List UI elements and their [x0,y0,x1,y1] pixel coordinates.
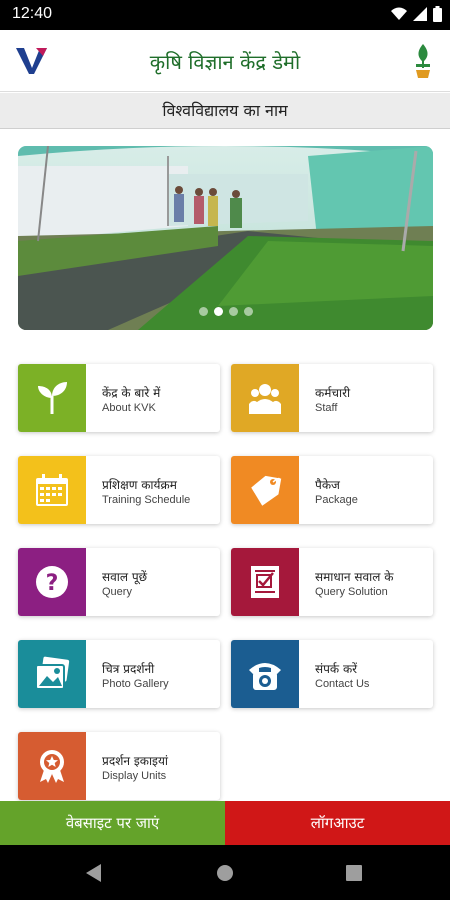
document-icon [231,548,299,616]
menu-card-query-solution[interactable]: समाधान सवाल के Query Solution [231,548,433,616]
university-name: विश्वविद्यालय का नाम [162,101,288,120]
app-bar: कृषि विज्ञान केंद्र डेमो [0,30,450,92]
menu-card-label-english: Training Schedule [102,494,191,506]
menu-card-label-hindi: केंद्र के बारे में [102,386,161,400]
menu-card-label-hindi: प्रदर्शन इकाइयां [102,754,169,768]
emblem-logo-icon [410,40,436,80]
menu-card-label-english: Photo Gallery [102,678,169,690]
people-icon [231,364,299,432]
signal-icon [413,7,427,21]
menu-card-label-english: Display Units [102,770,167,782]
status-bar: 12:40 [0,0,450,30]
status-icons [391,6,442,22]
carousel-dot[interactable] [213,307,223,316]
carousel-indicators[interactable] [18,307,433,316]
visit-website-button[interactable]: वेबसाइट पर जाएं [0,801,225,845]
wifi-icon [391,7,407,20]
subtitle-bar: विश्वविद्यालय का नाम [0,93,450,129]
menu-card-label-english: Contact Us [315,678,370,690]
menu-card-label-english: Query Solution [315,586,388,598]
menu-card-label-english: Staff [315,402,338,414]
page-title: कृषि विज्ञान केंद्र डेमो [149,50,301,74]
back-icon[interactable] [86,864,102,882]
image-carousel[interactable] [18,146,433,330]
sprout-icon [18,364,86,432]
carousel-dot[interactable] [198,307,208,316]
menu-card-query[interactable]: ? सवाल पूछें Query [18,548,220,616]
menu-card-label-hindi: प्रशिक्षण कार्यक्रम [102,478,177,492]
menu-card-staff[interactable]: कर्मचारी Staff [231,364,433,432]
menu-card-about-kvk[interactable]: केंद्र के बारे में About KVK [18,364,220,432]
menu-card-label-hindi: पैकेज [315,478,340,492]
carousel-dot[interactable] [228,307,238,316]
tag-icon [231,456,299,524]
footer-buttons: वेबसाइट पर जाएं लॉगआउट [0,801,450,845]
menu-card-training-schedule[interactable]: प्रशिक्षण कार्यक्रम Training Schedule [18,456,220,524]
system-nav-bar [0,845,450,900]
logout-button[interactable]: लॉगआउट [225,801,450,845]
menu-card-label-hindi: कर्मचारी [315,386,351,400]
menu-card-contact-us[interactable]: संपर्क करें Contact Us [231,640,433,708]
menu-card-label-english: Query [102,586,132,598]
menu-card-photo-gallery[interactable]: चित्र प्रदर्शनी Photo Gallery [18,640,220,708]
carousel-dot[interactable] [243,307,253,316]
question-icon: ? [18,548,86,616]
menu-card-label-hindi: समाधान सवाल के [315,570,394,584]
menu-card-label-english: Package [315,494,358,506]
home-icon[interactable] [216,864,234,882]
badge-icon [18,732,86,800]
recents-icon[interactable] [346,865,362,881]
status-time: 12:40 [12,5,53,22]
menu-card-label-hindi: संपर्क करें [315,662,358,676]
menu-card-package[interactable]: पैकेज Package [231,456,433,524]
menu-card-label-english: About KVK [102,402,156,414]
battery-icon [433,6,442,22]
menu-card-label-hindi: चित्र प्रदर्शनी [102,662,155,676]
menu-card-display-units[interactable]: प्रदर्शन इकाइयां Display Units [18,732,220,800]
menu-card-label-hindi: सवाल पूछें [102,570,148,584]
photos-icon [18,640,86,708]
calendar-icon [18,456,86,524]
svg-text:?: ? [46,571,59,596]
phone-icon [231,640,299,708]
greenhouse-photo [18,146,433,330]
